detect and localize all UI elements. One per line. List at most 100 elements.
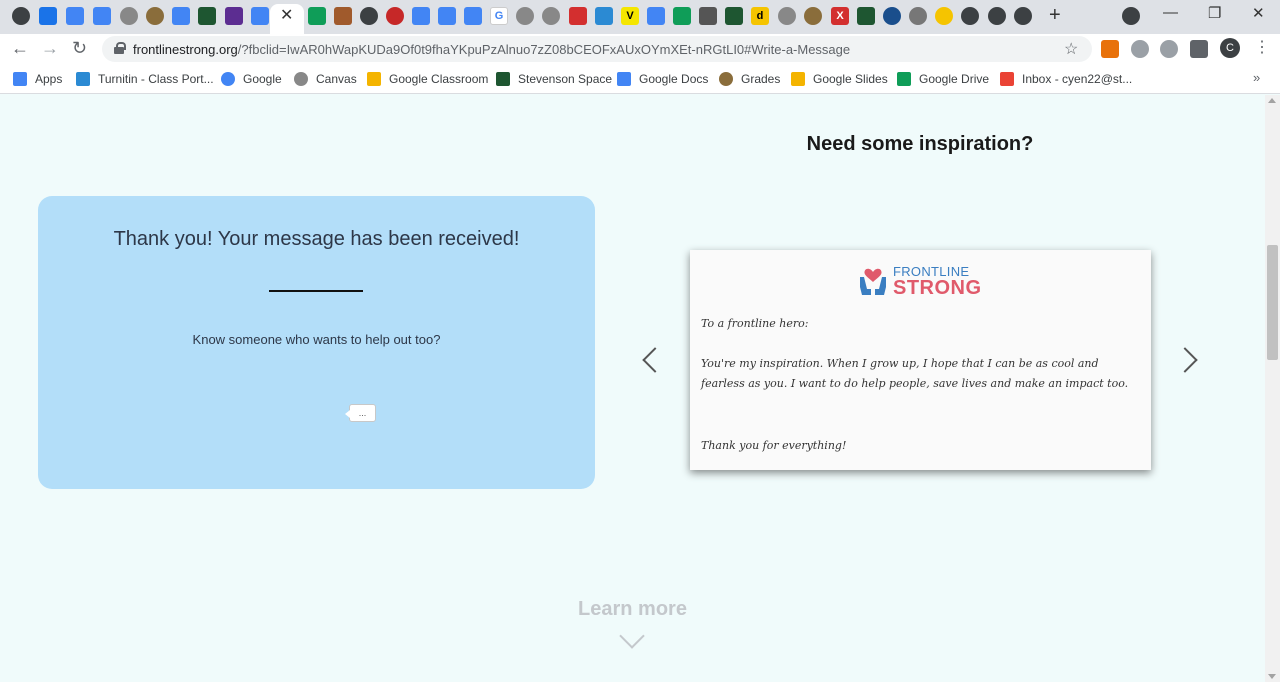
stevenson-tab-icon[interactable] — [857, 7, 875, 25]
tab-favicon-icon[interactable] — [909, 7, 927, 25]
address-bar[interactable]: frontlinestrong.org/?fbclid=IwAR0hWapKUD… — [102, 36, 1092, 62]
canvas-tab-icon[interactable] — [778, 7, 796, 25]
bookmark-inbox[interactable]: Inbox - cyen22@st... — [1000, 71, 1132, 87]
docs-tab-icon[interactable] — [172, 7, 190, 25]
tab-favicon-icon[interactable] — [334, 7, 352, 25]
docs-tab-icon[interactable] — [464, 7, 482, 25]
drive-tab-icon[interactable] — [673, 7, 691, 25]
puzzle-extensions-icon[interactable] — [1190, 40, 1208, 58]
docs-tab-icon[interactable] — [66, 7, 84, 25]
google-tab-icon[interactable]: G — [490, 7, 508, 25]
bookmark-docs[interactable]: Google Docs — [617, 71, 708, 87]
scrollbar-thumb[interactable] — [1267, 245, 1278, 360]
scroll-up-arrow-icon[interactable] — [1268, 98, 1276, 103]
extension-icon[interactable] — [1101, 40, 1119, 58]
tab-favicon-icon[interactable] — [569, 7, 587, 25]
page-content: Thank you! Your message has been receive… — [0, 95, 1265, 682]
heart-hands-icon — [860, 268, 886, 295]
tab-favicon-icon[interactable] — [961, 7, 979, 25]
bookmarks-overflow-icon[interactable]: » — [1253, 70, 1260, 85]
lock-icon[interactable] — [114, 42, 126, 54]
browser-menu-icon[interactable]: ⋮ — [1254, 37, 1270, 57]
extension-icon[interactable] — [1131, 40, 1149, 58]
docs-tab-icon[interactable] — [647, 7, 665, 25]
tab-favicon-icon[interactable] — [699, 7, 717, 25]
bookmark-google[interactable]: Google — [221, 71, 282, 87]
tab-favicon-icon[interactable] — [1014, 7, 1032, 25]
grades-icon — [719, 72, 733, 86]
gmail-icon — [1000, 72, 1014, 86]
grades-tab-icon[interactable] — [146, 7, 164, 25]
tab-search-icon[interactable] — [1122, 7, 1140, 25]
tab-favicon-icon[interactable] — [360, 7, 378, 25]
tab-favicon-icon[interactable]: d — [751, 7, 769, 25]
bookmark-label: Google — [243, 72, 282, 86]
docs-icon — [617, 72, 631, 86]
carousel-next-icon[interactable] — [1172, 347, 1198, 373]
canvas-icon — [294, 72, 308, 86]
canvas-tab-icon[interactable] — [542, 7, 560, 25]
turnitin-icon — [76, 72, 90, 86]
back-button[interactable]: ← — [11, 38, 29, 59]
minimize-button[interactable]: — — [1163, 4, 1178, 21]
bookmark-turnitin[interactable]: Turnitin - Class Port... — [76, 71, 214, 87]
url-text[interactable]: frontlinestrong.org/?fbclid=IwAR0hWapKUD… — [133, 42, 850, 57]
docs-tab-icon[interactable] — [93, 7, 111, 25]
confirmation-title: Thank you! Your message has been receive… — [113, 228, 520, 250]
tab-favicon-icon[interactable] — [935, 7, 953, 25]
browser-toolbar: ← → ↻ frontlinestrong.org/?fbclid=IwAR0h… — [0, 34, 1280, 64]
chevron-down-icon[interactable] — [619, 623, 645, 649]
drive-icon — [897, 72, 911, 86]
bookmark-canvas[interactable]: Canvas — [294, 71, 357, 87]
google-icon — [221, 72, 235, 86]
message-confirmation-card: Thank you! Your message has been receive… — [38, 196, 595, 489]
docs-tab-icon[interactable] — [251, 7, 269, 25]
apps-grid-icon — [13, 72, 27, 86]
bookmark-label: Google Slides — [813, 72, 888, 86]
tab-favicon-icon[interactable] — [988, 7, 1006, 25]
reload-button[interactable]: ↻ — [72, 38, 87, 59]
turnitin-tab-icon[interactable] — [595, 7, 613, 25]
carousel-prev-icon[interactable] — [642, 347, 668, 373]
close-tab-icon[interactable]: ✕ — [280, 5, 293, 25]
tab-favicon-icon[interactable]: V — [621, 7, 639, 25]
extension-icon[interactable] — [1160, 40, 1178, 58]
tab-favicon-icon[interactable] — [225, 7, 243, 25]
docs-tab-icon[interactable] — [438, 7, 456, 25]
bookmark-apps[interactable]: Apps — [13, 71, 62, 87]
stevenson-tab-icon[interactable] — [725, 7, 743, 25]
bookmark-grades[interactable]: Grades — [719, 71, 780, 87]
scroll-down-arrow-icon[interactable] — [1268, 674, 1276, 679]
canvas-tab-icon[interactable] — [516, 7, 534, 25]
tab-favicon-icon[interactable] — [883, 7, 901, 25]
bookmark-slides[interactable]: Google Slides — [791, 71, 888, 87]
grades-tab-icon[interactable] — [804, 7, 822, 25]
tab-favicon-icon[interactable] — [12, 7, 30, 25]
docs-tab-icon[interactable] — [412, 7, 430, 25]
learn-more-link[interactable]: Learn more — [0, 598, 1265, 621]
new-tab-button[interactable]: + — [1049, 4, 1061, 27]
tab-favicon-icon[interactable]: X — [831, 7, 849, 25]
forward-button[interactable]: → — [41, 38, 59, 59]
restore-button[interactable]: ❐ — [1208, 4, 1221, 22]
tab-strip: ✕ G V d X + — ❐ ✕ — [0, 0, 1280, 34]
share-button[interactable]: ... — [345, 404, 376, 422]
bookmark-drive[interactable]: Google Drive — [897, 71, 989, 87]
tab-favicon-icon[interactable] — [39, 7, 57, 25]
page-scrollbar[interactable] — [1265, 95, 1280, 682]
drive-tab-icon[interactable] — [308, 7, 326, 25]
bookmark-stevenson[interactable]: Stevenson Space — [496, 71, 612, 87]
window-close-button[interactable]: ✕ — [1252, 4, 1265, 22]
bookmark-label: Stevenson Space — [518, 72, 613, 86]
bookmarks-bar: Apps Turnitin - Class Port... Google Can… — [0, 64, 1280, 94]
inspiration-heading: Need some inspiration? — [806, 133, 1034, 155]
bookmark-star-icon[interactable]: ☆ — [1064, 39, 1078, 59]
bookmark-classroom[interactable]: Google Classroom — [367, 71, 488, 87]
stevenson-tab-icon[interactable] — [198, 7, 216, 25]
tab-favicon-icon[interactable] — [386, 7, 404, 25]
bookmark-label: Canvas — [316, 72, 357, 86]
canvas-tab-icon[interactable] — [120, 7, 138, 25]
letter-greeting: To a frontline hero: — [701, 317, 809, 330]
profile-avatar[interactable]: C — [1220, 38, 1240, 58]
divider — [269, 290, 363, 292]
